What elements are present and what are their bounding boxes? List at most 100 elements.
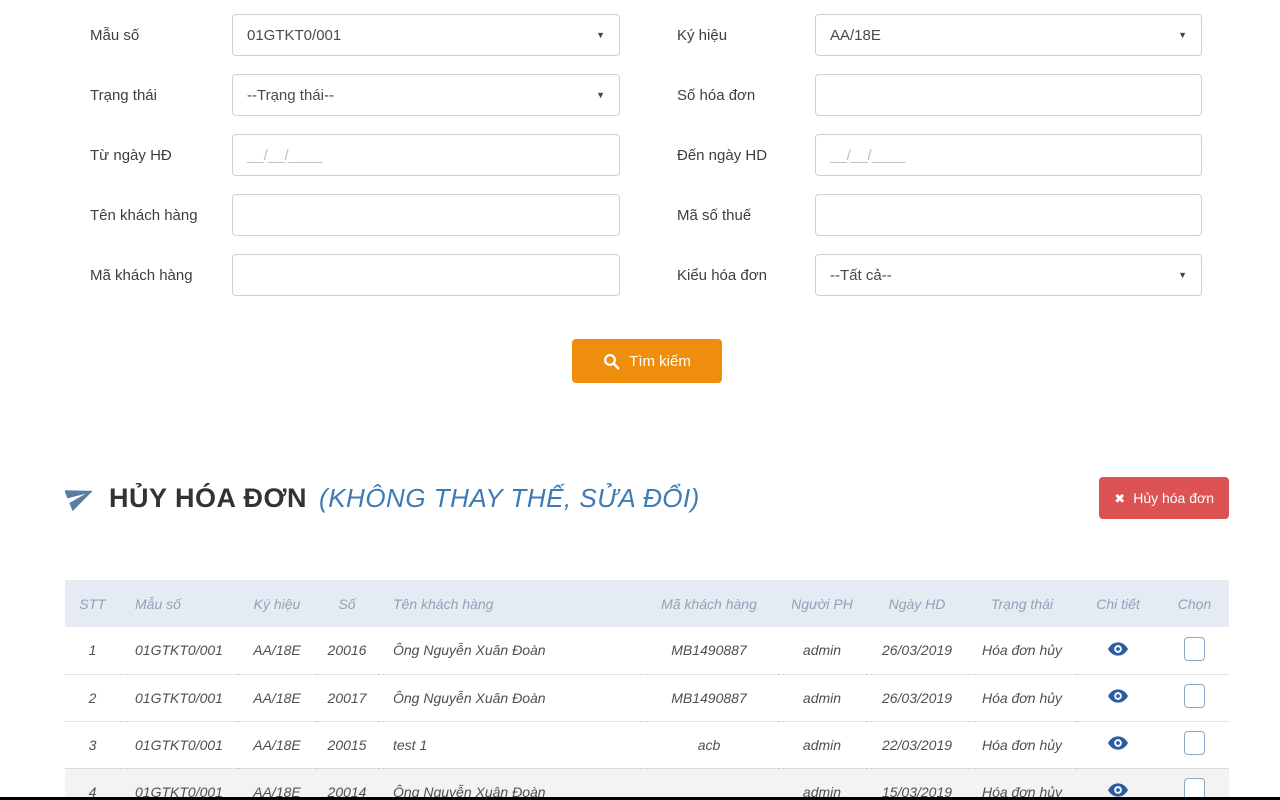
- row-select-checkbox[interactable]: [1184, 778, 1205, 797]
- column-header-ngay-hd: Ngày HD: [888, 595, 946, 612]
- cell-nguoi-ph: admin: [778, 674, 866, 722]
- table-header: STT Mẫu số Ký hiệu Số Tên khách hàng Mã …: [65, 580, 1229, 627]
- cell-trang-thai: Hóa đơn hủy: [968, 627, 1076, 675]
- paper-plane-icon: [64, 481, 95, 516]
- eye-icon: [1108, 783, 1128, 797]
- form-row-ky-hieu: Ký hiệu AA/18E ▼: [677, 14, 1202, 56]
- ky-hieu-select[interactable]: AA/18E ▼: [815, 14, 1202, 56]
- cell-ngay-hd: 15/03/2019: [866, 768, 968, 797]
- cell-ten-khach-hang: test 1: [378, 721, 640, 769]
- column-header-ten-khach-hang: Tên khách hàng: [393, 595, 494, 612]
- ky-hieu-label: Ký hiệu: [677, 26, 728, 44]
- cell-ma-khach-hang: MB1490887: [640, 627, 778, 675]
- column-header-mau-so: Mẫu số: [135, 595, 181, 612]
- so-hoa-don-input[interactable]: [815, 74, 1202, 116]
- view-detail-button[interactable]: [1106, 687, 1130, 708]
- ma-so-thue-input[interactable]: [815, 194, 1202, 236]
- cell-trang-thai: Hóa đơn hủy: [968, 674, 1076, 722]
- cell-ten-khach-hang: Ông Nguyễn Xuân Đoàn: [378, 674, 640, 722]
- cell-mau-so: 01GTKT0/001: [120, 674, 238, 722]
- cell-ky-hieu: AA/18E: [238, 768, 316, 797]
- form-column-left: Mẫu số 01GTKT0/001 ▼ Trạng thái --Trạng …: [90, 14, 620, 314]
- chevron-down-icon: ▼: [1178, 29, 1187, 40]
- tu-ngay-label: Từ ngày HĐ: [90, 146, 172, 164]
- cell-so: 20015: [316, 721, 378, 769]
- mau-so-selected-value: 01GTKT0/001: [247, 26, 342, 44]
- page-title: HỦY HÓA ĐƠN: [109, 482, 308, 513]
- page-subtitle: (KHÔNG THAY THẾ, SỬA ĐỔI): [319, 482, 700, 513]
- cell-mau-so: 01GTKT0/001: [120, 721, 238, 769]
- eye-icon: [1108, 642, 1128, 656]
- cell-ngay-hd: 22/03/2019: [866, 721, 968, 769]
- chevron-down-icon: ▼: [1178, 269, 1187, 280]
- cell-ten-khach-hang: Ông Nguyễn Xuân Đoàn: [378, 768, 640, 797]
- table-row: 3 01GTKT0/001 AA/18E 20015 test 1 acb ad…: [65, 721, 1229, 769]
- cell-so: 20014: [316, 768, 378, 797]
- cell-stt: 2: [65, 674, 120, 722]
- view-detail-button[interactable]: [1106, 734, 1130, 755]
- kieu-hoa-don-selected-value: --Tất cả--: [830, 266, 892, 284]
- invoice-table: STT Mẫu số Ký hiệu Số Tên khách hàng Mã …: [65, 580, 1229, 797]
- ma-khach-hang-input[interactable]: [232, 254, 620, 296]
- column-header-chon: Chọn: [1177, 595, 1212, 612]
- row-select-checkbox[interactable]: [1184, 636, 1205, 661]
- view-detail-button[interactable]: [1106, 781, 1130, 797]
- mau-so-select[interactable]: 01GTKT0/001 ▼: [232, 14, 620, 56]
- chevron-down-icon: ▼: [596, 89, 605, 100]
- so-hoa-don-label: Số hóa đơn: [677, 86, 756, 104]
- cell-stt: 4: [65, 768, 120, 797]
- search-button[interactable]: Tìm kiếm: [572, 339, 722, 383]
- row-select-checkbox[interactable]: [1184, 731, 1205, 755]
- cell-so: 20016: [316, 627, 378, 675]
- tu-ngay-input[interactable]: [232, 134, 620, 176]
- trang-thai-select[interactable]: --Trạng thái-- ▼: [232, 74, 620, 116]
- invoice-table-body: 1 01GTKT0/001 AA/18E 20016 Ông Nguyễn Xu…: [65, 627, 1229, 797]
- cell-ten-khach-hang: Ông Nguyễn Xuân Đoàn: [378, 627, 640, 675]
- ten-khach-hang-label: Tên khách hàng: [90, 206, 198, 224]
- kieu-hoa-don-select[interactable]: --Tất cả-- ▼: [815, 254, 1202, 296]
- cancel-invoice-button[interactable]: ✖ Hủy hóa đơn: [1099, 477, 1229, 519]
- form-row-den-ngay: Đến ngày HD: [677, 134, 1202, 176]
- table-row: 2 01GTKT0/001 AA/18E 20017 Ông Nguyễn Xu…: [65, 674, 1229, 722]
- column-header-stt: STT: [79, 595, 106, 612]
- den-ngay-label: Đến ngày HD: [677, 146, 768, 164]
- table-row: 4 01GTKT0/001 AA/18E 20014 Ông Nguyễn Xu…: [65, 768, 1229, 797]
- ma-khach-hang-label: Mã khách hàng: [90, 266, 193, 284]
- cancel-invoice-button-label: Hủy hóa đơn: [1133, 490, 1214, 506]
- den-ngay-input[interactable]: [815, 134, 1202, 176]
- eye-icon: [1108, 689, 1128, 703]
- form-row-tu-ngay: Từ ngày HĐ: [90, 134, 620, 176]
- search-icon: [603, 353, 620, 370]
- cell-trang-thai: Hóa đơn hủy: [968, 768, 1076, 797]
- cell-stt: 3: [65, 721, 120, 769]
- cell-stt: 1: [65, 627, 120, 675]
- column-header-trang-thai: Trạng thái: [991, 595, 1053, 612]
- form-row-mau-so: Mẫu số 01GTKT0/001 ▼: [90, 14, 620, 56]
- form-row-ma-so-thue: Mã số thuế: [677, 194, 1202, 236]
- row-select-checkbox[interactable]: [1184, 684, 1205, 708]
- search-button-label: Tìm kiếm: [629, 352, 691, 370]
- ten-khach-hang-input[interactable]: [232, 194, 620, 236]
- table-row: 1 01GTKT0/001 AA/18E 20016 Ông Nguyễn Xu…: [65, 627, 1229, 675]
- cell-nguoi-ph: admin: [778, 768, 866, 797]
- cell-mau-so: 01GTKT0/001: [120, 627, 238, 675]
- cell-trang-thai: Hóa đơn hủy: [968, 721, 1076, 769]
- view-detail-button[interactable]: [1106, 640, 1130, 661]
- column-header-chi-tiet: Chi tiết: [1096, 595, 1140, 612]
- ky-hieu-selected-value: AA/18E: [830, 26, 881, 44]
- kieu-hoa-don-label: Kiểu hóa đơn: [677, 266, 767, 284]
- cell-ma-khach-hang: [640, 768, 778, 797]
- column-header-ma-khach-hang: Mã khách hàng: [661, 595, 757, 612]
- cell-mau-so: 01GTKT0/001: [120, 768, 238, 797]
- form-row-kieu-hoa-don: Kiểu hóa đơn --Tất cả-- ▼: [677, 254, 1202, 296]
- column-header-so: Số: [338, 595, 356, 612]
- cell-ky-hieu: AA/18E: [238, 721, 316, 769]
- x-icon: ✖: [1114, 490, 1126, 506]
- form-column-right: Ký hiệu AA/18E ▼ Số hóa đơn Đến ngày HD …: [677, 14, 1202, 314]
- cell-nguoi-ph: admin: [778, 627, 866, 675]
- eye-icon: [1108, 736, 1128, 750]
- mau-so-label: Mẫu số: [90, 26, 140, 44]
- cell-ky-hieu: AA/18E: [238, 674, 316, 722]
- form-row-ten-khach-hang: Tên khách hàng: [90, 194, 620, 236]
- trang-thai-label: Trạng thái: [90, 86, 157, 104]
